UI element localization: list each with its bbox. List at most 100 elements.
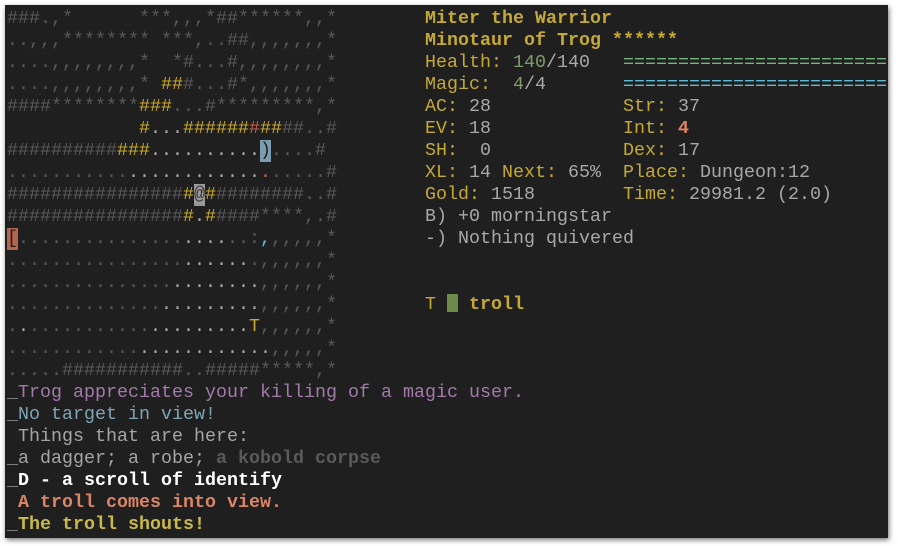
map-cell: .: [150, 294, 161, 315]
map-cell: [73, 8, 84, 30]
map-cell: .: [227, 294, 238, 315]
map-cell: *: [271, 360, 282, 381]
map-cell: ,: [271, 30, 282, 51]
map-cell: *: [249, 96, 260, 117]
map-cell: ,: [304, 250, 315, 271]
map-cell: .: [62, 228, 73, 249]
dungeon-map[interactable]: # # #., * * * *,,, * # # * * * * * *,, *..,,, * * * * * * * * *…: [7, 8, 337, 382]
map-cell: ,: [51, 52, 62, 73]
map-cell: #: [84, 184, 95, 205]
map-cell: .: [84, 338, 95, 359]
map-cell: ,: [293, 272, 304, 293]
map-cell: #: [249, 184, 260, 205]
map-cell: .: [161, 228, 172, 249]
map-cell: .: [29, 228, 40, 249]
map-cell: .: [106, 250, 117, 271]
stats-row-empty: [425, 272, 888, 294]
map-cell: .: [18, 74, 29, 95]
map-cell: #: [7, 206, 18, 227]
xl-value: 14: [469, 162, 491, 183]
map-cell: .: [238, 338, 249, 359]
map-cell: .: [183, 316, 194, 337]
map-cell: *: [62, 8, 73, 29]
map-cell: .: [315, 206, 326, 227]
map-cell: #: [73, 360, 84, 381]
map-cell: #: [7, 140, 18, 161]
int-label: Int:: [623, 118, 678, 139]
map-cell: [84, 8, 95, 30]
map-cell: ,: [51, 74, 62, 95]
map-cell: #: [51, 140, 62, 161]
map-cell: *: [282, 96, 293, 117]
map-cell: #: [18, 8, 29, 29]
map-cell: ,: [260, 294, 271, 315]
map-cell: *: [128, 30, 139, 51]
map-cell: ,: [51, 8, 62, 29]
map-cell: #: [150, 96, 161, 117]
map-cell: .: [29, 338, 40, 359]
message-log: _Trog appreciates your killing of a magi…: [7, 382, 524, 536]
map-cell: ,: [282, 338, 293, 359]
monster-health-indicator: [447, 294, 458, 312]
map-cell: .: [7, 338, 18, 359]
map-cell: .: [128, 162, 139, 183]
map-cell: .: [238, 316, 249, 337]
map-cell: .: [128, 294, 139, 315]
map-row: ....,,,,,,,, * * #... #,,,,,,,, *: [7, 52, 337, 74]
map-cell: #: [51, 206, 62, 227]
message-text: Trog appreciates your killing of a magic…: [18, 382, 524, 403]
message-marker: _: [7, 404, 18, 425]
map-cell: ,: [249, 52, 260, 73]
map-cell: *: [106, 96, 117, 117]
map-cell: *: [293, 96, 304, 117]
map-row: # # #., * * * *,,, * # # * * * * * *,, *: [7, 8, 337, 30]
map-cell: #: [326, 184, 337, 205]
map-cell: .: [205, 338, 216, 359]
map-cell: #: [194, 118, 205, 139]
map-cell: .: [194, 228, 205, 249]
map-cell: .: [216, 30, 227, 51]
map-cell: .: [128, 338, 139, 359]
map-cell: #: [249, 206, 260, 227]
stats-row: Gold: 1518 Time: 29981.2 (2.0): [425, 184, 888, 206]
map-cell: ,: [304, 8, 315, 29]
health-current: 140: [513, 52, 546, 73]
map-cell: #: [128, 140, 139, 161]
str-label: Str:: [623, 96, 678, 117]
map-cell: ,: [194, 8, 205, 29]
map-cell: .: [128, 272, 139, 293]
map-cell: .: [216, 162, 227, 183]
map-cell: .: [249, 162, 260, 183]
map-cell: .: [7, 272, 18, 293]
map-cell: #: [106, 184, 117, 205]
map-cell: .: [183, 250, 194, 271]
map-cell: ,: [271, 228, 282, 249]
map-cell: ,: [293, 30, 304, 51]
map-cell: .: [18, 52, 29, 73]
map-cell: *: [260, 8, 271, 29]
map-cell: #: [260, 184, 271, 205]
map-cell: #: [216, 206, 227, 227]
map-cell: ,: [282, 52, 293, 73]
map-cell: #: [227, 118, 238, 139]
map-cell: *: [139, 52, 150, 73]
map-cell: ,: [315, 228, 326, 249]
map-cell: .: [73, 294, 84, 315]
map-cell: #: [84, 140, 95, 161]
map-cell: .: [95, 294, 106, 315]
map-cell: [150, 74, 161, 96]
map-cell: .: [183, 360, 194, 381]
map-cell: ,: [304, 228, 315, 249]
map-cell: [7, 118, 18, 140]
map-cell: ,: [238, 52, 249, 73]
map-cell: #: [29, 140, 40, 161]
map-cell: .: [249, 140, 260, 161]
map-cell: *: [161, 8, 172, 29]
map-cell: .: [238, 272, 249, 293]
map-cell: *: [62, 96, 73, 117]
map-row: .......................,,,,,, *: [7, 250, 337, 272]
map-cell: *: [249, 8, 260, 29]
map-cell: .: [183, 140, 194, 161]
map-cell: #: [95, 184, 106, 205]
map-cell: .: [304, 184, 315, 205]
